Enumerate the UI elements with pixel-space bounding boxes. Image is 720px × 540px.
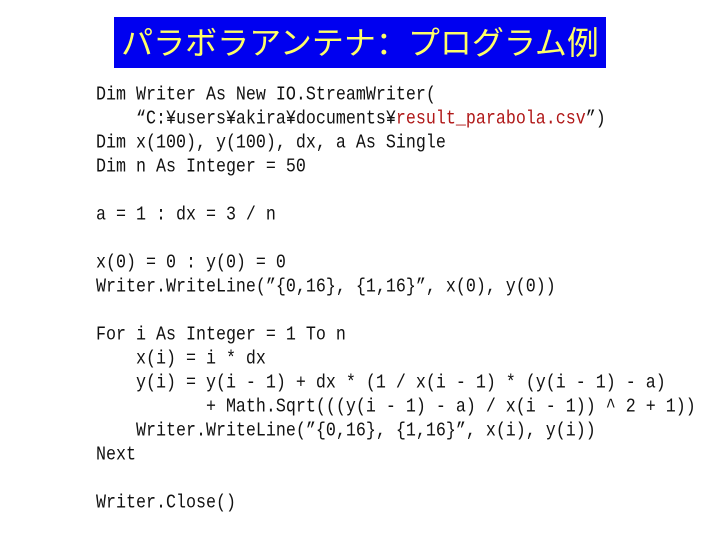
code-listing: Dim Writer As New IO.StreamWriter( “C:¥u… bbox=[96, 84, 696, 516]
slide-title-banner: パラボラアンテナ：プログラム例 bbox=[114, 17, 606, 68]
code-line-close: Writer.Close() bbox=[96, 492, 236, 515]
file-path-suffix: ”) bbox=[585, 108, 606, 131]
slide-title: パラボラアンテナ：プログラム例 bbox=[121, 23, 599, 62]
file-path-prefix: “C:¥users¥akira¥documents¥ bbox=[96, 108, 396, 131]
file-name-highlight: result_parabola.csv bbox=[395, 108, 586, 131]
